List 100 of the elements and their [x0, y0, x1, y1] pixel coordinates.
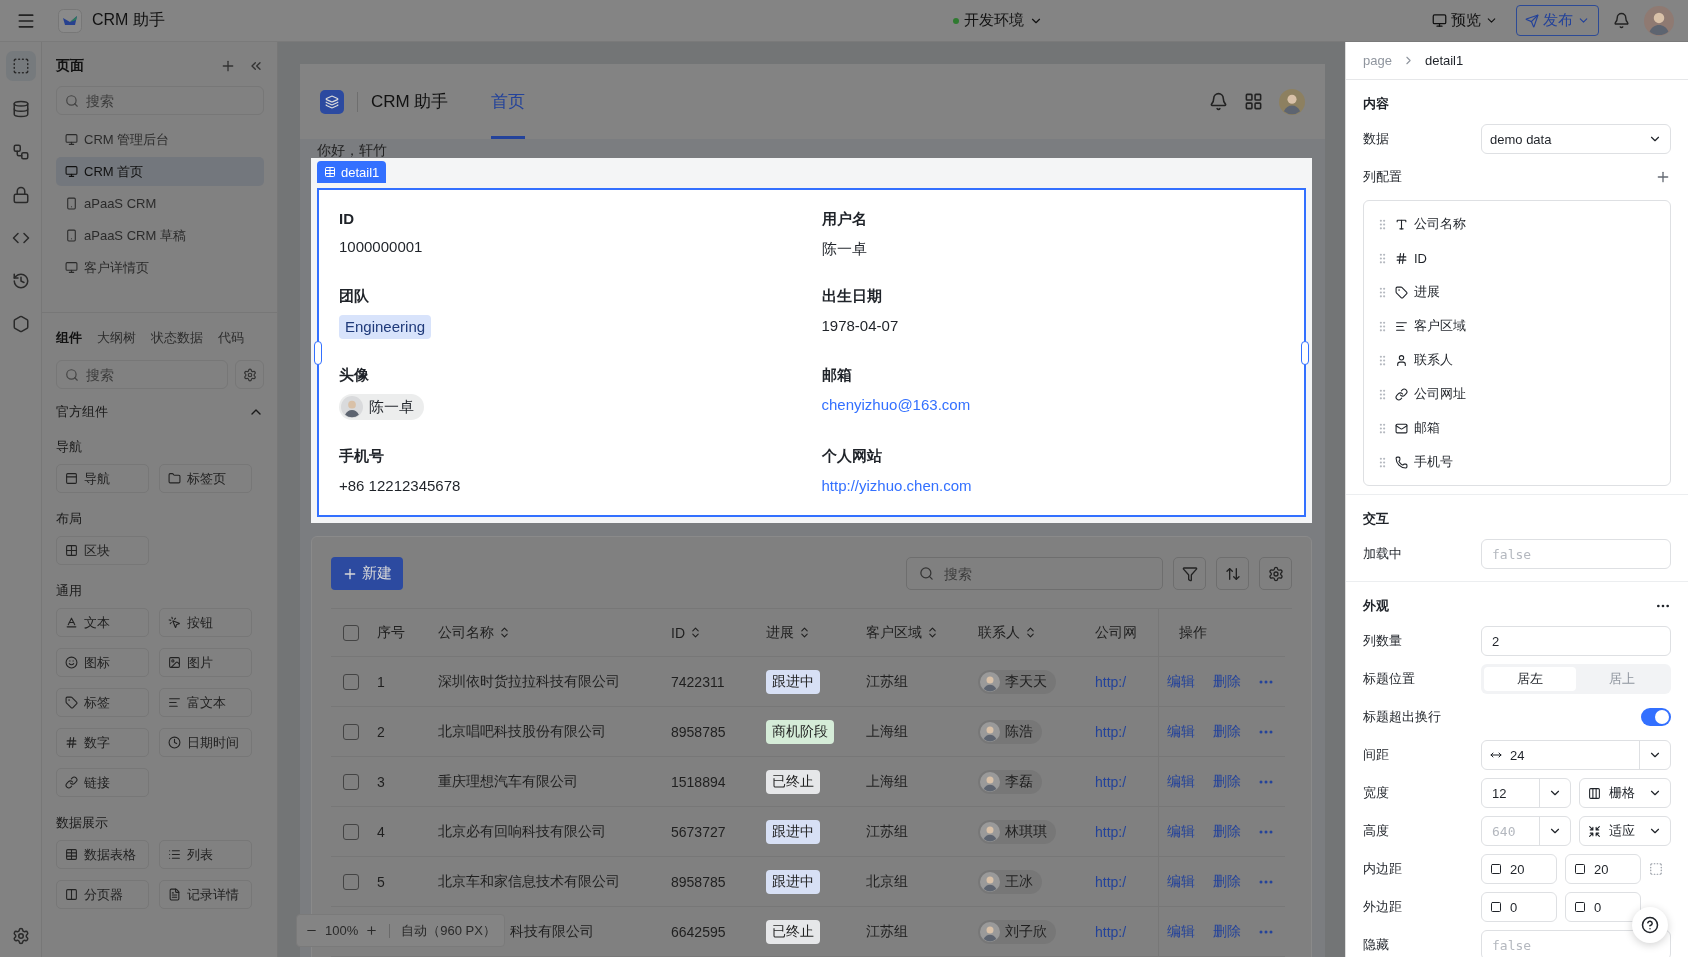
add-icon[interactable] [1655, 169, 1671, 185]
zoom-in-icon[interactable] [365, 924, 379, 937]
column-header[interactable]: 联系人 [978, 623, 1037, 642]
column-header[interactable]: 公司名称 [438, 623, 511, 642]
input-field[interactable]: false [1481, 539, 1671, 569]
input-field[interactable]: 12 [1481, 778, 1571, 808]
url-link[interactable]: http:/ [1095, 873, 1127, 890]
settings-button[interactable] [11, 927, 30, 945]
component-button[interactable]: 列表 [159, 840, 252, 869]
action-link[interactable]: 编辑 [1167, 722, 1195, 741]
text-input[interactable]: 20 [1508, 860, 1548, 878]
more-button[interactable] [1259, 729, 1273, 734]
url-link[interactable]: http:/ [1095, 773, 1127, 790]
text-input[interactable]: false [1490, 936, 1662, 954]
action-link[interactable]: 编辑 [1167, 772, 1195, 791]
more-button[interactable] [1259, 879, 1273, 884]
input-field[interactable]: 24 [1481, 740, 1671, 770]
new-button[interactable]: 新建 [331, 557, 403, 590]
rail-button[interactable] [5, 51, 36, 81]
dashed-square-icon[interactable] [1649, 862, 1663, 876]
component-button[interactable]: 富文本 [159, 688, 252, 717]
component-button[interactable]: 日期时间 [159, 728, 252, 757]
checkbox[interactable] [343, 773, 359, 790]
breadcrumb-link[interactable]: page [1363, 53, 1392, 68]
zoom-mode[interactable]: 自动（960 PX） [401, 921, 496, 940]
preview-button[interactable]: 预览 [1424, 9, 1506, 32]
mode-select[interactable]: 栅格 [1579, 778, 1671, 808]
page-item[interactable]: 客户详情页 [56, 253, 264, 282]
component-button[interactable]: 文本 [56, 608, 149, 637]
panel-tab[interactable]: 状态数据 [151, 329, 203, 347]
search-field[interactable]: 搜索 [56, 86, 264, 115]
search-input[interactable]: 搜索 [84, 91, 255, 110]
text-input[interactable]: 2 [1490, 632, 1662, 650]
resize-handle[interactable] [314, 340, 322, 365]
column-item[interactable]: 手机号 [1376, 445, 1658, 479]
url-link[interactable]: http:/ [1095, 823, 1127, 840]
panel-tab[interactable]: 代码 [218, 329, 244, 347]
text-input[interactable]: 0 [1508, 898, 1548, 916]
text-input[interactable]: 12 [1490, 784, 1532, 802]
more-button[interactable] [1259, 679, 1273, 684]
input-field[interactable]: 20 [1565, 854, 1641, 884]
page-item[interactable]: aPaaS CRM 草稿 [56, 221, 264, 250]
text-input[interactable]: false [1490, 545, 1662, 563]
column-item[interactable]: 进展 [1376, 275, 1658, 309]
page-item[interactable]: CRM 管理后台 [56, 125, 264, 154]
column-item[interactable]: 联系人 [1376, 343, 1658, 377]
data-select[interactable]: demo data [1481, 124, 1671, 154]
group-header[interactable]: 官方组件 [56, 403, 264, 421]
input-field[interactable]: 640 [1481, 816, 1571, 846]
search-field[interactable]: 搜索 [56, 360, 228, 389]
segment-option[interactable]: 居上 [1576, 667, 1668, 691]
record-detail[interactable]: ID 1000000001 用户名 陈一卓 团队 Engineering 出生日期 1978-04-07 头像 陈一卓 邮箱 chenyizhuo@163.com 手机号 +86 12212345678 个人网站 http://yizhuo.chen.com [317, 188, 1306, 517]
checkbox[interactable] [343, 723, 359, 740]
column-item[interactable]: 客户区域 [1376, 309, 1658, 343]
text-input[interactable]: 0 [1592, 898, 1632, 916]
component-button[interactable]: 分页器 [56, 880, 149, 909]
field-link[interactable]: http://yizhuo.chen.com [821, 475, 972, 497]
column-item[interactable]: 公司网址 [1376, 377, 1658, 411]
column-header[interactable]: 进展 [766, 623, 811, 642]
action-link[interactable]: 编辑 [1167, 922, 1195, 941]
text-input[interactable]: 640 [1490, 822, 1532, 840]
action-link[interactable]: 编辑 [1167, 672, 1195, 691]
field-link[interactable]: chenyizhuo@163.com [821, 394, 971, 416]
component-button[interactable]: 图标 [56, 648, 149, 677]
text-input[interactable]: 24 [1508, 746, 1632, 764]
search-input[interactable]: 搜索 [84, 365, 219, 384]
checkbox[interactable] [343, 873, 359, 890]
more-button[interactable] [1259, 779, 1273, 784]
toggle-switch[interactable] [1641, 708, 1671, 726]
checkbox[interactable] [343, 624, 359, 641]
segment-option[interactable]: 居左 [1484, 667, 1576, 691]
column-header[interactable]: 客户区域 [866, 623, 939, 642]
column-item[interactable]: 邮箱 [1376, 411, 1658, 445]
component-button[interactable]: 标签 [56, 688, 149, 717]
page-item[interactable]: aPaaS CRM [56, 189, 264, 218]
mode-select[interactable]: 适应 [1579, 816, 1671, 846]
action-link[interactable]: 删除 [1213, 872, 1241, 891]
search-input[interactable]: 搜索 [942, 564, 1150, 583]
component-button[interactable]: 数字 [56, 728, 149, 757]
grid-icon[interactable] [1244, 92, 1263, 111]
column-item[interactable]: 公司名称 [1376, 207, 1658, 241]
search-field[interactable]: 搜索 [906, 557, 1163, 590]
action-link[interactable]: 编辑 [1167, 872, 1195, 891]
checkbox[interactable] [343, 823, 359, 840]
bell-icon[interactable] [1209, 92, 1228, 111]
url-link[interactable]: http:/ [1095, 923, 1127, 940]
text-input[interactable]: 20 [1592, 860, 1632, 878]
column-item[interactable]: ID [1376, 241, 1658, 275]
settings-button[interactable] [235, 360, 264, 389]
component-button[interactable]: 区块 [56, 536, 149, 565]
url-link[interactable]: http:/ [1095, 723, 1127, 740]
component-tag[interactable]: detail1 [317, 161, 387, 183]
component-button[interactable]: 记录详情 [159, 880, 252, 909]
component-button[interactable]: 导航 [56, 464, 149, 493]
action-link[interactable]: 删除 [1213, 722, 1241, 741]
component-button[interactable]: 按钮 [159, 608, 252, 637]
component-button[interactable]: 图片 [159, 648, 252, 677]
input-field[interactable]: 20 [1481, 854, 1557, 884]
action-link[interactable]: 删除 [1213, 822, 1241, 841]
sort-button[interactable] [1216, 557, 1249, 590]
